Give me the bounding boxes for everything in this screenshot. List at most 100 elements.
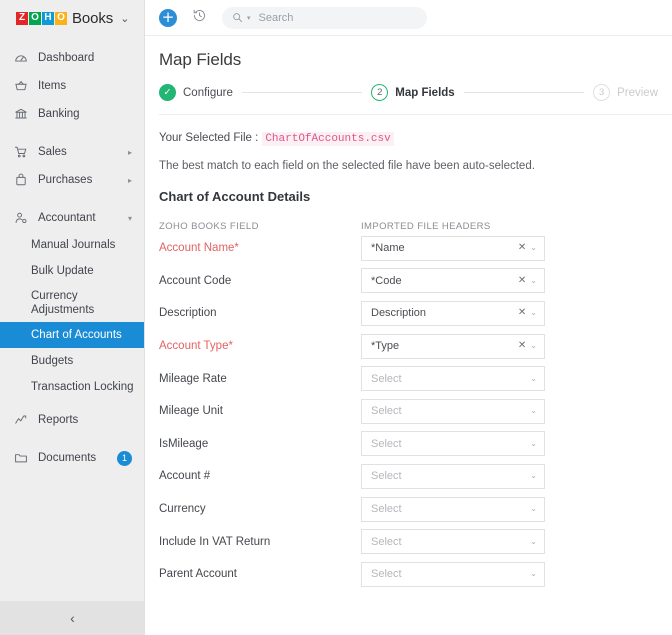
sidebar-label-sales: Sales <box>38 146 67 158</box>
search-scope-caret-icon[interactable]: ▾ <box>247 14 251 22</box>
chevron-down-icon[interactable]: ⌄ <box>530 407 537 415</box>
sidebar-subitem-currency-adjustments[interactable]: Currency Adjustments <box>0 284 144 322</box>
step-marker-configure: ✓ <box>159 84 176 101</box>
selected-file-name: ChartOfAccounts.csv <box>262 132 394 146</box>
header-select[interactable]: Select ⌄ <box>361 431 545 457</box>
logo-letter-h: H <box>42 11 54 25</box>
section-title: Chart of Account Details <box>159 189 311 204</box>
chevron-down-icon[interactable]: ⌄ <box>530 309 537 317</box>
chevron-down-icon-accountant: ▾ <box>127 213 132 223</box>
bank-icon <box>13 106 29 122</box>
sidebar-collapse-button[interactable]: ‹ <box>0 601 144 635</box>
sidebar-label-items: Items <box>38 80 67 92</box>
sidebar-subitem-transaction-locking[interactable]: Transaction Locking <box>0 374 144 400</box>
chevron-down-icon[interactable]: ⌄ <box>530 505 537 513</box>
sidebar-nav: Dashboard Items Banking Sales ▸ Purchase… <box>0 36 144 472</box>
chevron-down-icon[interactable]: ⌄ <box>530 570 537 578</box>
step-connector-2 <box>463 92 585 93</box>
add-new-button[interactable]: + <box>159 7 177 27</box>
clear-selection-icon[interactable]: ✕ <box>518 243 526 253</box>
header-select-value: Select <box>371 503 402 516</box>
chevron-down-icon[interactable]: ⌄ <box>530 472 537 480</box>
logo-letter-o1: O <box>29 11 41 25</box>
sidebar-item-dashboard[interactable]: Dashboard <box>0 44 144 72</box>
field-label: IsMileage <box>159 437 209 450</box>
sidebar-sublabel-currency-adjustments: Currency Adjustments <box>31 290 95 316</box>
header-select[interactable]: Select ⌄ <box>361 463 545 489</box>
sidebar-sublabel-chart-of-accounts: Chart of Accounts <box>31 329 122 341</box>
map-row: Account Name* *Name ✕ ⌄ <box>159 232 658 265</box>
header-select[interactable]: Select ⌄ <box>361 561 545 587</box>
header-select[interactable]: Select ⌄ <box>361 529 545 555</box>
header-select[interactable]: Select ⌄ <box>361 366 545 392</box>
brand-product-name: Books <box>72 9 114 27</box>
field-label: Account # <box>159 470 211 483</box>
header-select[interactable]: *Name ✕ ⌄ <box>361 235 545 261</box>
brand-header[interactable]: Z O H O Books ⌄ <box>0 0 144 36</box>
sidebar-subitem-manual-journals[interactable]: Manual Journals <box>0 232 144 258</box>
logo-letter-o2: O <box>55 11 67 25</box>
sidebar-divider-4 <box>0 434 144 444</box>
sidebar-sublabel-bulk-update: Bulk Update <box>31 265 94 277</box>
gauge-icon <box>13 50 29 66</box>
step-marker-preview: 3 <box>593 84 611 101</box>
header-select-value: *Name <box>371 242 405 255</box>
header-select[interactable]: *Code ✕ ⌄ <box>361 268 545 294</box>
header-select[interactable]: Select ⌄ <box>361 496 545 522</box>
basket-icon <box>13 78 29 94</box>
chevron-down-icon[interactable]: ⌄ <box>530 374 537 383</box>
bag-icon <box>13 172 29 188</box>
cart-icon <box>13 144 29 160</box>
sidebar-item-sales[interactable]: Sales ▸ <box>0 138 144 166</box>
field-label: Currency <box>159 503 206 516</box>
sidebar-subitem-bulk-update[interactable]: Bulk Update <box>0 258 144 284</box>
chevron-right-icon-purchases: ▸ <box>127 175 132 185</box>
page-header: Map Fields ✓ Configure 2 Map Fields 3 Pr… <box>145 36 672 115</box>
chevron-down-icon[interactable]: ⌄ <box>530 439 537 448</box>
sidebar-subitem-chart-of-accounts[interactable]: Chart of Accounts <box>0 322 144 348</box>
chevron-down-icon[interactable]: ⌄ <box>530 342 537 350</box>
chevron-down-icon[interactable]: ⌄ <box>530 537 537 546</box>
field-label: Mileage Rate <box>159 372 227 385</box>
wizard-stepper: ✓ Configure 2 Map Fields 3 Preview <box>159 84 672 101</box>
map-row: IsMileage Select ⌄ <box>159 428 658 461</box>
recent-history-button[interactable] <box>192 8 207 28</box>
map-row: Description Description ✕ ⌄ <box>159 297 658 330</box>
sidebar: Z O H O Books ⌄ Dashboard Items Banking … <box>0 0 145 635</box>
map-row: Mileage Rate Select ⌄ <box>159 362 658 395</box>
step-label-map-fields: Map Fields <box>395 86 455 99</box>
clear-selection-icon[interactable]: ✕ <box>518 308 526 318</box>
sidebar-item-documents[interactable]: Documents 1 <box>0 444 144 472</box>
map-row: Account # Select ⌄ <box>159 460 658 493</box>
app-window: Z O H O Books ⌄ Dashboard Items Banking … <box>0 0 672 635</box>
step-configure[interactable]: ✓ Configure <box>159 84 233 101</box>
search-input[interactable]: ▾ Search <box>222 6 427 29</box>
sidebar-subitem-budgets[interactable]: Budgets <box>0 348 144 374</box>
sidebar-item-reports[interactable]: Reports <box>0 406 144 434</box>
column-header-zoho-field: ZOHO BOOKS FIELD <box>159 221 259 232</box>
sidebar-item-items[interactable]: Items <box>0 72 144 100</box>
clear-selection-icon[interactable]: ✕ <box>518 341 526 351</box>
map-row: Include In VAT Return Select ⌄ <box>159 525 658 558</box>
step-map-fields[interactable]: 2 Map Fields <box>371 84 455 101</box>
sidebar-item-banking[interactable]: Banking <box>0 100 144 128</box>
plus-icon: + <box>161 7 175 26</box>
sidebar-item-accountant[interactable]: Accountant ▾ <box>0 204 144 232</box>
map-row: Mileage Unit Select ⌄ <box>159 395 658 428</box>
step-label-configure: Configure <box>183 86 233 99</box>
chevron-down-icon[interactable]: ⌄ <box>530 276 537 285</box>
clear-selection-icon[interactable]: ✕ <box>518 275 526 286</box>
field-label: Description <box>159 307 217 320</box>
map-rows-container: Account Name* *Name ✕ ⌄ Account Code *Code ✕ ⌄ D… <box>159 232 658 591</box>
chevron-right-icon-sales: ▸ <box>127 147 132 157</box>
header-select[interactable]: *Type ✕ ⌄ <box>361 333 545 359</box>
chevron-down-icon[interactable]: ⌄ <box>120 12 129 25</box>
sidebar-label-dashboard: Dashboard <box>38 52 95 64</box>
automap-hint: The best match to each field on the sele… <box>159 160 535 172</box>
header-select[interactable]: Select ⌄ <box>361 398 545 424</box>
sidebar-item-purchases[interactable]: Purchases ▸ <box>0 166 144 194</box>
header-select-value: Select <box>371 405 402 418</box>
chevron-down-icon[interactable]: ⌄ <box>530 244 537 252</box>
selected-file-label: Your Selected File : <box>159 132 259 144</box>
header-select[interactable]: Description ✕ ⌄ <box>361 300 545 326</box>
